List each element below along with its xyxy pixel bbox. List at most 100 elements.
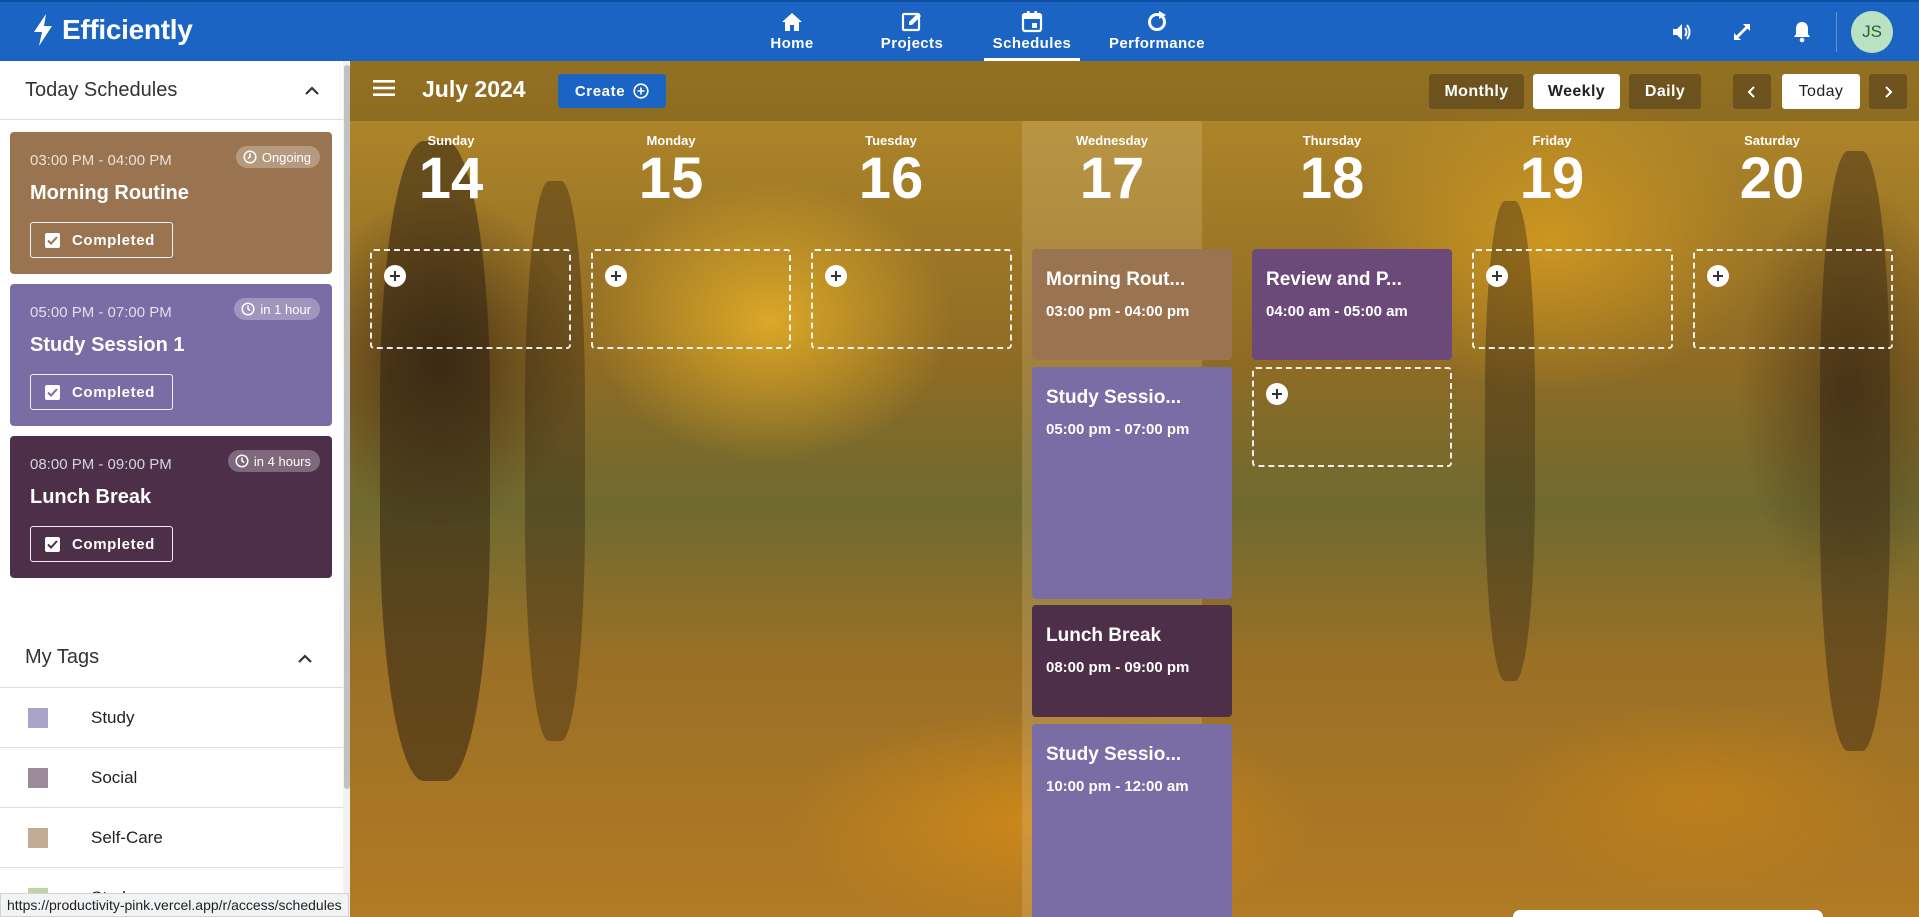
menu-button[interactable] xyxy=(372,78,396,103)
nav-schedules[interactable]: Schedules xyxy=(972,2,1092,61)
brand-logo[interactable]: Efficiently xyxy=(30,14,193,46)
checkbox-icon xyxy=(45,536,60,552)
status-badge-label: in 4 hours xyxy=(253,453,311,469)
volume-button[interactable] xyxy=(1652,2,1712,61)
tag-item[interactable]: Study xyxy=(0,688,343,748)
completed-button[interactable]: Completed xyxy=(30,374,173,410)
plus-icon xyxy=(384,265,406,287)
completed-button[interactable]: Completed xyxy=(30,526,173,562)
nav-home[interactable]: Home xyxy=(732,2,852,61)
create-button[interactable]: Create xyxy=(558,74,666,108)
day-header-sunday: Sunday 14 xyxy=(361,133,541,209)
event-time: 03:00 pm - 04:00 pm xyxy=(1046,303,1190,320)
day-header-thursday: Thursday 18 xyxy=(1242,133,1422,209)
top-navbar: Efficiently Home Projects Schedules Perf… xyxy=(0,0,1919,61)
status-badge-label: in 1 hour xyxy=(260,301,311,317)
checkbox-icon xyxy=(45,232,60,248)
add-schedule-slot-tuesday[interactable] xyxy=(811,249,1012,349)
top-right-actions: JS xyxy=(1652,2,1919,61)
notifications-button[interactable] xyxy=(1772,2,1832,61)
view-monthly-button[interactable]: Monthly xyxy=(1429,74,1524,109)
main-nav: Home Projects Schedules Performance xyxy=(732,2,1222,61)
clock-icon xyxy=(235,454,249,468)
prev-week-button[interactable] xyxy=(1733,74,1771,109)
nav-projects[interactable]: Projects xyxy=(852,2,972,61)
chevron-up-icon[interactable] xyxy=(297,653,313,663)
event-time: 05:00 pm - 07:00 pm xyxy=(1046,421,1190,438)
user-avatar[interactable]: JS xyxy=(1851,10,1893,53)
schedule-title: Lunch Break xyxy=(30,486,152,508)
day-header-tuesday: Tuesday 16 xyxy=(801,133,981,209)
schedule-card-lunch-break[interactable]: 08:00 PM - 09:00 PM in 4 hours Lunch Bre… xyxy=(10,436,332,578)
day-number: 16 xyxy=(858,146,924,211)
day-header-wednesday: Wednesday 17 xyxy=(1022,133,1202,209)
today-schedules-header[interactable]: Today Schedules xyxy=(0,61,350,120)
completed-button-label: Completed xyxy=(72,535,155,553)
event-time: 04:00 am - 05:00 am xyxy=(1266,303,1408,320)
event-card[interactable]: Review and P... 04:00 am - 05:00 am xyxy=(1252,249,1452,360)
clock-icon xyxy=(241,302,255,316)
home-icon xyxy=(782,13,802,31)
tag-color-swatch xyxy=(28,767,48,788)
chevron-up-icon[interactable] xyxy=(304,85,320,95)
chevron-right-icon xyxy=(1885,85,1893,98)
add-schedule-slot-friday[interactable] xyxy=(1472,249,1673,349)
day-number: 19 xyxy=(1519,146,1585,211)
day-number: 15 xyxy=(638,146,704,211)
add-schedule-slot-thursday[interactable] xyxy=(1252,367,1452,467)
chevron-left-icon xyxy=(1747,85,1755,98)
event-card[interactable]: Morning Rout... 03:00 pm - 04:00 pm xyxy=(1032,249,1232,360)
fullscreen-icon xyxy=(1734,23,1750,40)
sidebar-scrollbar[interactable] xyxy=(343,61,350,917)
event-title: Morning Rout... xyxy=(1046,269,1186,290)
tag-color-swatch xyxy=(28,827,48,848)
nav-home-label: Home xyxy=(770,35,814,52)
event-time: 10:00 pm - 12:00 am xyxy=(1046,778,1189,795)
today-schedules-title: Today Schedules xyxy=(25,78,178,101)
day-number: 14 xyxy=(418,146,484,211)
my-tags-header[interactable]: My Tags xyxy=(0,628,343,688)
view-daily-button[interactable]: Daily xyxy=(1629,74,1701,109)
tag-label: Study xyxy=(91,707,135,727)
bell-icon xyxy=(1794,21,1810,42)
nav-performance[interactable]: Performance xyxy=(1092,2,1222,61)
event-card[interactable]: Study Sessio... 05:00 pm - 07:00 pm xyxy=(1032,367,1232,599)
schedule-card-study-session[interactable]: 05:00 PM - 07:00 PM in 1 hour Study Sess… xyxy=(10,284,332,426)
event-time: 08:00 pm - 09:00 pm xyxy=(1046,659,1190,676)
tag-item[interactable]: Self-Care xyxy=(0,808,343,868)
view-weekly-button[interactable]: Weekly xyxy=(1533,74,1620,109)
calendar-icon xyxy=(1021,11,1043,33)
day-number: 20 xyxy=(1739,146,1805,211)
status-badge: in 1 hour xyxy=(234,298,320,320)
plus-icon xyxy=(1707,265,1729,287)
today-button[interactable]: Today xyxy=(1782,74,1860,109)
event-title: Review and P... xyxy=(1266,269,1402,290)
event-title: Study Sessio... xyxy=(1046,387,1182,408)
brand-name: Efficiently xyxy=(62,14,193,45)
status-bar-url: https://productivity-pink.vercel.app/r/a… xyxy=(0,893,349,917)
next-week-button[interactable] xyxy=(1869,74,1907,109)
completed-button[interactable]: Completed xyxy=(30,222,173,258)
day-header-monday: Monday 15 xyxy=(581,133,761,209)
tag-color-swatch xyxy=(28,707,48,728)
add-schedule-slot-sunday[interactable] xyxy=(370,249,571,349)
status-badge: in 4 hours xyxy=(227,450,320,472)
nav-schedules-label: Schedules xyxy=(992,35,1072,52)
tag-item[interactable]: Social xyxy=(0,748,343,808)
tag-label: Self-Care xyxy=(91,827,163,847)
calendar-toolbar: July 2024 Create Monthly Weekly Daily To… xyxy=(350,61,1919,121)
schedule-time: 03:00 PM - 04:00 PM xyxy=(30,152,172,169)
calendar-area: July 2024 Create Monthly Weekly Daily To… xyxy=(350,61,1919,917)
add-schedule-slot-saturday[interactable] xyxy=(1693,249,1893,349)
refresh-icon xyxy=(1148,11,1166,31)
event-title: Lunch Break xyxy=(1046,625,1162,646)
sidebar: Today Schedules 03:00 PM - 04:00 PM Ongo… xyxy=(0,61,350,917)
volume-icon xyxy=(1673,23,1691,40)
add-schedule-slot-monday[interactable] xyxy=(591,249,791,349)
event-card[interactable]: Lunch Break 08:00 pm - 09:00 pm xyxy=(1032,605,1232,717)
plus-icon xyxy=(605,265,627,287)
fullscreen-button[interactable] xyxy=(1712,2,1772,61)
event-card[interactable]: Study Sessio... 10:00 pm - 12:00 am xyxy=(1032,724,1232,917)
schedule-card-morning-routine[interactable]: 03:00 PM - 04:00 PM Ongoing Morning Rout… xyxy=(10,132,332,274)
hamburger-icon xyxy=(373,80,395,96)
